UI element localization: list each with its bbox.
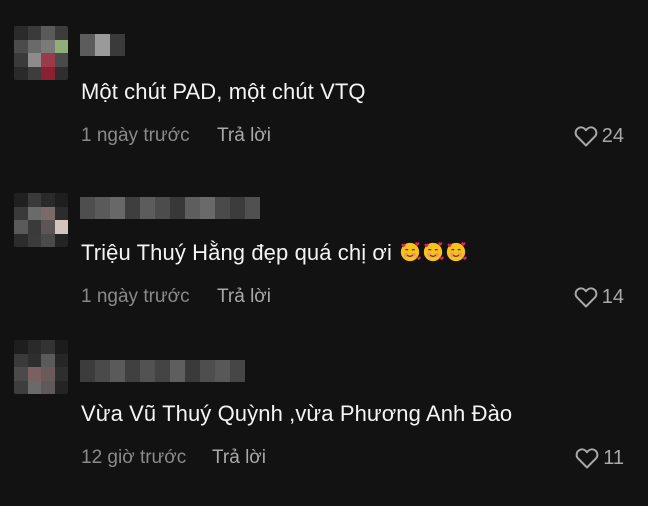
like-count: 24: [601, 125, 624, 147]
smiling-face-with-hearts-icon: [423, 242, 444, 262]
like-count: 11: [603, 447, 624, 469]
reply-button[interactable]: Trả lời: [212, 446, 266, 470]
like-button[interactable]: 11: [575, 446, 624, 470]
heart-outline-icon: [574, 126, 598, 147]
like-button[interactable]: 14: [574, 285, 624, 309]
comment-text: Triệu Thuý Hằng đẹp quá chị ơi: [81, 239, 467, 267]
heart-outline-icon: [574, 287, 598, 308]
username-redacted[interactable]: [80, 360, 245, 382]
avatar[interactable]: [14, 193, 68, 247]
reply-button[interactable]: Trả lời: [217, 124, 271, 148]
comment-text-content: Triệu Thuý Hằng đẹp quá chị ơi: [81, 240, 392, 265]
avatar[interactable]: [14, 26, 68, 80]
comment-text-content: Một chút PAD, một chút VTQ: [81, 79, 366, 104]
comment-item: Một chút PAD, một chút VTQ 1 ngày trước …: [0, 0, 648, 150]
avatar[interactable]: [14, 340, 68, 394]
comment-item: Vừa Vũ Thuý Quỳnh ,vừa Phương Anh Đào 12…: [0, 322, 648, 472]
comment-text-content: Vừa Vũ Thuý Quỳnh ,vừa Phương Anh Đào: [81, 401, 513, 426]
reply-button[interactable]: Trả lời: [217, 285, 271, 309]
comment-time: 12 giờ trước: [81, 447, 187, 468]
comment-time: 1 ngày trước: [81, 125, 190, 146]
username-redacted[interactable]: [80, 34, 125, 56]
comment-time: 1 ngày trước: [81, 286, 190, 307]
comment-text: Một chút PAD, một chút VTQ: [81, 78, 366, 106]
comment-screen: { "comments": [ { "text": "Một chút PAD,…: [0, 0, 648, 506]
comment-item: Triệu Thuý Hằng đẹp quá chị ơi 1 ngày tr…: [0, 161, 648, 311]
smiling-face-with-hearts-icon: [446, 242, 467, 262]
like-button[interactable]: 24: [574, 124, 624, 148]
smiling-face-with-hearts-icon: [400, 242, 421, 262]
username-redacted[interactable]: [80, 197, 260, 219]
comment-text: Vừa Vũ Thuý Quỳnh ,vừa Phương Anh Đào: [81, 400, 512, 428]
heart-outline-icon: [575, 448, 599, 469]
like-count: 14: [601, 286, 624, 308]
